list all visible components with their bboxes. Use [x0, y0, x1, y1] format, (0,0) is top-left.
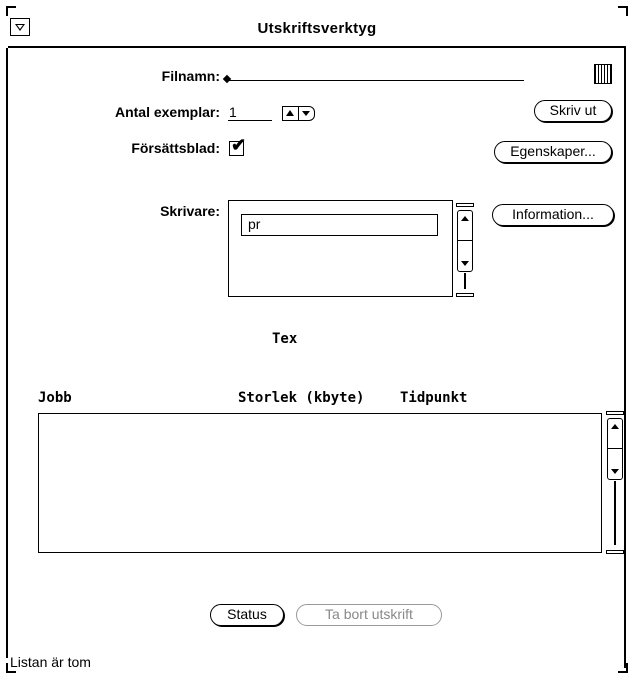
information-button[interactable]: Information...: [492, 204, 614, 226]
checkmark-icon: ✔: [231, 135, 247, 155]
copies-label: Antal exemplar:: [114, 104, 220, 120]
printer-label: Skrivare:: [160, 203, 220, 219]
arrow-down-icon[interactable]: [298, 106, 315, 121]
window-border-right: [624, 48, 626, 668]
scrollbar-elevator[interactable]: [607, 418, 623, 480]
copies-field[interactable]: 1: [229, 104, 237, 120]
scrollbar-elevator[interactable]: [457, 210, 473, 272]
scrollbar-top-cap[interactable]: [606, 411, 624, 415]
scrollbar-bottom-cap[interactable]: [456, 293, 474, 297]
printer-type-label: Tex: [272, 331, 298, 347]
status-message: Listan är tom: [10, 654, 91, 670]
printer-list-item[interactable]: pr: [241, 214, 438, 236]
print-button[interactable]: Skriv ut: [534, 100, 612, 122]
filename-field[interactable]: [228, 80, 524, 81]
scrollbar-top-cap[interactable]: [456, 203, 474, 207]
printer-list[interactable]: pr: [228, 200, 453, 297]
scroll-up-arrow-icon[interactable]: [458, 211, 472, 241]
scroll-up-arrow-icon[interactable]: [608, 419, 622, 449]
cover-sheet-checkbox[interactable]: ✔: [229, 136, 246, 156]
file-chooser-icon[interactable]: [594, 64, 612, 84]
copies-field-underline: [228, 120, 272, 121]
column-header-time: Tidpunkt: [400, 390, 468, 406]
filename-label: Filnamn:: [161, 68, 220, 84]
scrollbar-bottom-cap[interactable]: [606, 550, 624, 554]
job-queue-list[interactable]: [38, 413, 602, 553]
title-bar[interactable]: Utskriftsverktyg: [8, 8, 626, 48]
window-title: Utskriftsverktyg: [257, 20, 377, 37]
job-queue-scrollbar[interactable]: [606, 411, 624, 554]
window-border-left: [6, 48, 8, 658]
cover-sheet-label: Försättsblad:: [131, 140, 220, 156]
print-tool-window: Utskriftsverktyg Filnamn: Antal exemplar…: [0, 0, 632, 675]
column-header-size: Storlek (kbyte): [238, 390, 365, 406]
copies-stepper[interactable]: [282, 106, 316, 121]
arrow-up-icon[interactable]: [282, 106, 299, 121]
printer-list-scrollbar[interactable]: [456, 203, 474, 297]
scrollbar-track[interactable]: [614, 481, 616, 545]
text-caret-icon: [222, 74, 232, 84]
properties-button[interactable]: Egenskaper...: [494, 141, 612, 163]
scrollbar-track[interactable]: [464, 273, 466, 289]
status-button[interactable]: Status: [210, 604, 284, 626]
remove-print-job-button[interactable]: Ta bort utskrift: [296, 604, 442, 626]
resize-corner-bottom-right[interactable]: [618, 663, 628, 673]
column-header-job: Jobb: [38, 390, 72, 406]
